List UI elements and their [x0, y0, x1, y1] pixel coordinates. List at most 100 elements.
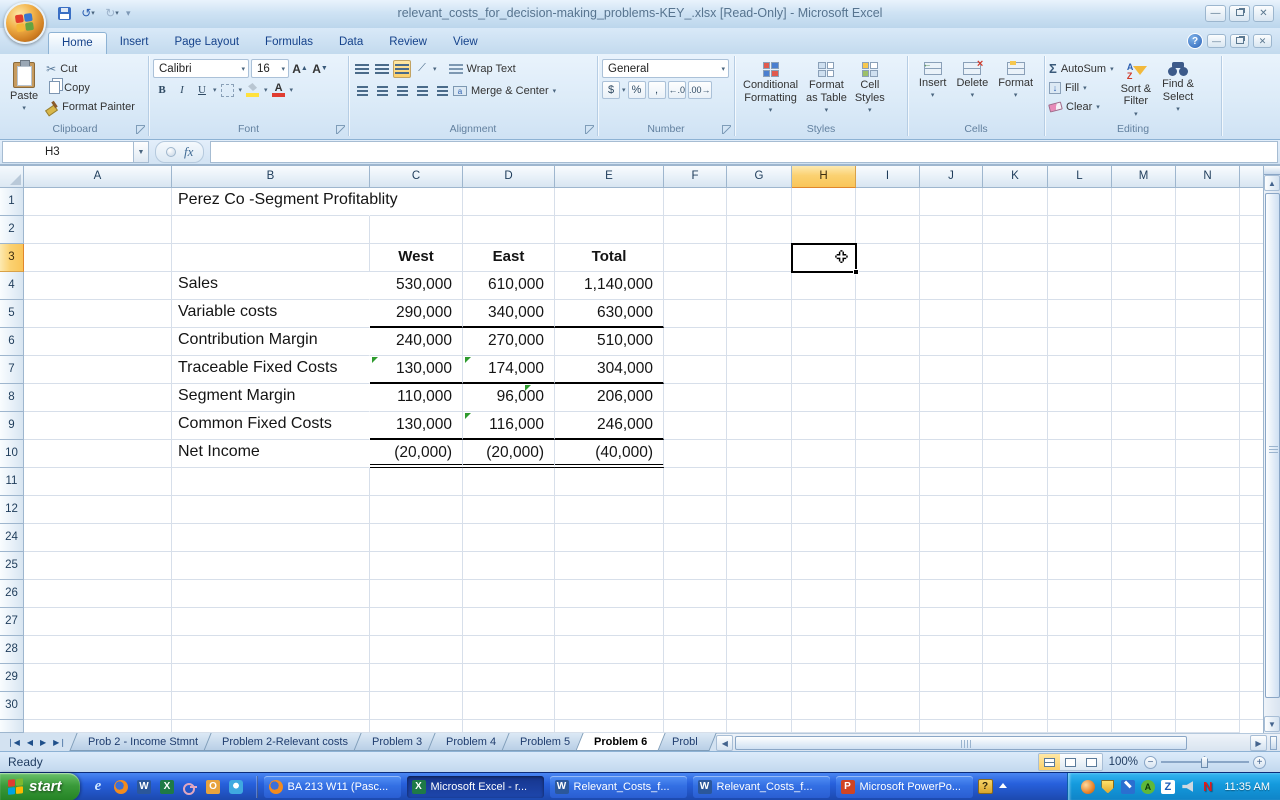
cell-N30[interactable] [1176, 692, 1240, 720]
cell-B3[interactable] [172, 244, 370, 272]
fill-button[interactable]: ↓Fill▾ [1049, 78, 1114, 97]
west-value-cell-C6[interactable]: 240,000 [370, 328, 463, 356]
fill-handle[interactable] [853, 269, 859, 275]
cell-F8[interactable] [664, 384, 727, 412]
cell-G9[interactable] [727, 412, 792, 440]
scroll-right-arrow[interactable]: ▶ [1250, 735, 1267, 751]
volume-icon[interactable] [1180, 779, 1195, 794]
borders-button[interactable] [219, 81, 237, 99]
sheet-tab-0[interactable]: Prob 2 - Income Stmnt [69, 733, 216, 751]
cell-C25[interactable] [370, 552, 463, 580]
tab-split-handle[interactable] [1270, 736, 1277, 750]
cell-N5[interactable] [1176, 300, 1240, 328]
cell-L30[interactable] [1048, 692, 1112, 720]
total-value-cell-E8[interactable]: 206,000 [555, 384, 664, 412]
name-box[interactable]: H3 [2, 141, 134, 163]
cell-L8[interactable] [1048, 384, 1112, 412]
cell-C27[interactable] [370, 608, 463, 636]
cell-C2[interactable] [370, 216, 463, 244]
restore-button[interactable] [1229, 5, 1250, 22]
cell-H6[interactable] [792, 328, 856, 356]
zoom-in-button[interactable]: + [1253, 756, 1266, 769]
cell-N28[interactable] [1176, 636, 1240, 664]
delete-cells-button[interactable]: Delete▾ [952, 59, 992, 121]
row-header-30[interactable]: 30 [0, 692, 24, 720]
cell-B24[interactable] [172, 524, 370, 552]
cell-M11[interactable] [1112, 468, 1176, 496]
align-right-button[interactable] [393, 82, 411, 100]
minimize-button[interactable]: — [1205, 5, 1226, 22]
cell-K10[interactable] [983, 440, 1048, 468]
cell-F4[interactable] [664, 272, 727, 300]
cell-D2[interactable] [463, 216, 555, 244]
cell-E11[interactable] [555, 468, 664, 496]
cell-F11[interactable] [664, 468, 727, 496]
row-header-25[interactable]: 25 [0, 552, 24, 580]
cell-F12[interactable] [664, 496, 727, 524]
next-sheet-button[interactable]: ▶ [37, 736, 49, 749]
cell-L3[interactable] [1048, 244, 1112, 272]
cell-H26[interactable] [792, 580, 856, 608]
italic-button[interactable]: I [173, 81, 191, 99]
column-header-E[interactable]: E [555, 166, 664, 188]
cell-L6[interactable] [1048, 328, 1112, 356]
row-label-cell-B9[interactable]: Common Fixed Costs [172, 412, 370, 440]
merge-center-button[interactable]: aMerge & Center▾ [453, 81, 556, 100]
cell-N2[interactable] [1176, 216, 1240, 244]
cell-J24[interactable] [920, 524, 983, 552]
cell-H12[interactable] [792, 496, 856, 524]
format-painter-button[interactable]: Format Painter [46, 97, 135, 116]
copy-button[interactable]: Copy [46, 78, 135, 97]
cell-F24[interactable] [664, 524, 727, 552]
row-header-3[interactable]: 3 [0, 244, 24, 272]
vertical-scroll-thumb[interactable] [1265, 193, 1280, 698]
formula-input[interactable] [210, 141, 1278, 163]
cell-H11[interactable] [792, 468, 856, 496]
align-top-button[interactable] [353, 60, 371, 78]
cell-J27[interactable] [920, 608, 983, 636]
horizontal-scroll-thumb[interactable] [735, 736, 1187, 750]
cell-N4[interactable] [1176, 272, 1240, 300]
cell-A3[interactable] [24, 244, 172, 272]
row-header-11[interactable]: 11 [0, 468, 24, 496]
cell-K8[interactable] [983, 384, 1048, 412]
decrease-indent-button[interactable] [413, 82, 431, 100]
cell-K5[interactable] [983, 300, 1048, 328]
column-header-D[interactable]: D [463, 166, 555, 188]
cell-C12[interactable] [370, 496, 463, 524]
row-header-4[interactable]: 4 [0, 272, 24, 300]
cell-L2[interactable] [1048, 216, 1112, 244]
cell-N25[interactable] [1176, 552, 1240, 580]
cell-E30[interactable] [555, 692, 664, 720]
vertical-split-handle[interactable] [1264, 166, 1280, 175]
cell-M25[interactable] [1112, 552, 1176, 580]
clipboard-dialog-launcher[interactable] [136, 125, 145, 134]
row-header-5[interactable]: 5 [0, 300, 24, 328]
total-value-cell-E7[interactable]: 304,000 [555, 356, 664, 384]
row-label-cell-B8[interactable]: Segment Margin [172, 384, 370, 412]
cell-M30[interactable] [1112, 692, 1176, 720]
column-header-M[interactable]: M [1112, 166, 1176, 188]
cell-F7[interactable] [664, 356, 727, 384]
cell-A25[interactable] [24, 552, 172, 580]
cell-E25[interactable] [555, 552, 664, 580]
cell-G5[interactable] [727, 300, 792, 328]
cell-L10[interactable] [1048, 440, 1112, 468]
cell-A1[interactable] [24, 188, 172, 216]
cell-L11[interactable] [1048, 468, 1112, 496]
cell-M27[interactable] [1112, 608, 1176, 636]
cell-M26[interactable] [1112, 580, 1176, 608]
cell-J5[interactable] [920, 300, 983, 328]
cell-J3[interactable] [920, 244, 983, 272]
first-sheet-button[interactable]: ❘◀ [4, 736, 23, 749]
scroll-up-arrow[interactable]: ▲ [1264, 175, 1280, 191]
cell-I12[interactable] [856, 496, 920, 524]
align-middle-button[interactable] [373, 60, 391, 78]
taskbar-button-2[interactable]: Relevant_Costs_f... [550, 776, 687, 798]
east-value-cell-D9[interactable]: 116,000 [463, 412, 555, 440]
cell-A24[interactable] [24, 524, 172, 552]
cell-N1[interactable] [1176, 188, 1240, 216]
normal-view-button[interactable] [1039, 754, 1060, 770]
sheet-title-cell-B1[interactable]: Perez Co -Segment Profitablity [172, 188, 370, 216]
taskbar-button-1[interactable]: Microsoft Excel - r... [407, 776, 544, 798]
